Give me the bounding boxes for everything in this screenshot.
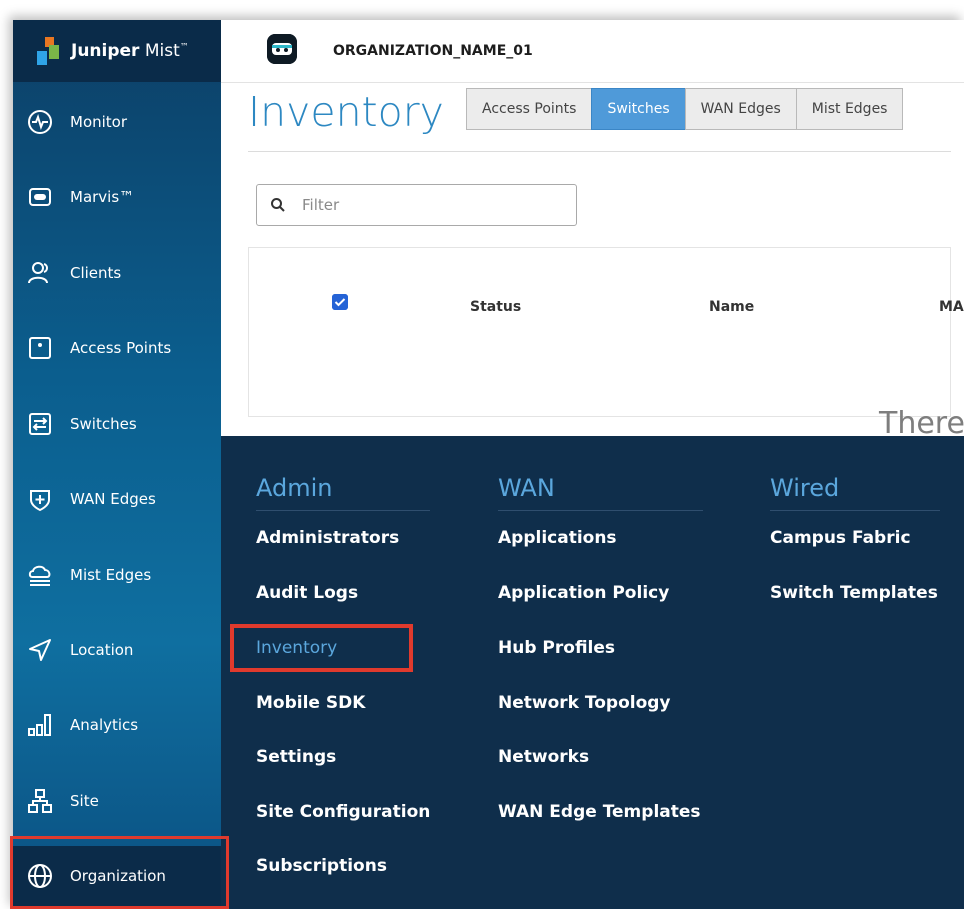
menu-divider xyxy=(256,510,430,511)
menu-item-network-topology[interactable]: Network Topology xyxy=(498,693,671,713)
menu-item-networks[interactable]: Networks xyxy=(498,747,589,767)
mist-edge-icon xyxy=(28,565,51,586)
sidebar-item-label: Switches xyxy=(70,415,137,433)
menu-divider xyxy=(770,510,940,511)
analytics-icon xyxy=(28,714,51,736)
menu-heading-admin: Admin xyxy=(256,474,333,502)
inventory-highlight xyxy=(230,624,413,672)
inventory-tabs: Access Points Switches WAN Edges Mist Ed… xyxy=(466,88,904,130)
sidebar-item-label: Location xyxy=(70,641,134,659)
filter-placeholder: Filter xyxy=(302,196,340,214)
menu-item-site-configuration[interactable]: Site Configuration xyxy=(256,802,430,822)
column-header-status[interactable]: Status xyxy=(470,299,521,315)
top-header: ORGANIZATION_NAME_01 xyxy=(221,20,964,83)
sidebar-item-label: Marvis™ xyxy=(70,188,135,206)
menu-item-subscriptions[interactable]: Subscriptions xyxy=(256,856,387,876)
menu-item-switch-templates[interactable]: Switch Templates xyxy=(770,583,938,603)
menu-item-audit-logs[interactable]: Audit Logs xyxy=(256,583,358,603)
sidebar-item-label: Clients xyxy=(70,264,122,282)
organization-menu xyxy=(221,436,964,909)
switch-icon xyxy=(29,413,51,435)
menu-item-settings[interactable]: Settings xyxy=(256,747,336,767)
menu-heading-wan: WAN xyxy=(498,474,555,502)
monitor-icon xyxy=(28,110,52,134)
sidebar-item-location[interactable]: Location xyxy=(13,620,221,680)
select-all-checkbox[interactable] xyxy=(332,294,348,310)
tab-mist-edges[interactable]: Mist Edges xyxy=(795,88,904,130)
sidebar-item-access-points[interactable]: Access Points xyxy=(13,318,221,378)
sidebar-item-switches[interactable]: Switches xyxy=(13,394,221,454)
org-avatar-icon[interactable] xyxy=(267,34,297,64)
menu-item-wan-edge-templates[interactable]: WAN Edge Templates xyxy=(498,802,701,822)
sidebar: Juniper Mist™ Monitor Marvis™ Clients Ac… xyxy=(13,20,221,909)
menu-item-applications[interactable]: Applications xyxy=(498,528,617,548)
sidebar-item-label: Mist Edges xyxy=(70,566,152,584)
inventory-table xyxy=(248,247,951,417)
menu-item-campus-fabric[interactable]: Campus Fabric xyxy=(770,528,911,548)
location-icon xyxy=(29,639,51,661)
sidebar-item-label: Analytics xyxy=(70,716,139,734)
sidebar-item-label: WAN Edges xyxy=(70,490,156,508)
tab-switches[interactable]: Switches xyxy=(591,88,686,130)
menu-divider xyxy=(498,510,703,511)
menu-item-administrators[interactable]: Administrators xyxy=(256,528,399,548)
wan-edge-icon xyxy=(30,490,50,512)
sidebar-item-clients[interactable]: Clients xyxy=(13,243,221,303)
menu-item-hub-profiles[interactable]: Hub Profiles xyxy=(498,638,615,658)
juniper-logo-icon xyxy=(37,37,59,65)
menu-heading-wired: Wired xyxy=(770,474,840,502)
menu-item-mobile-sdk[interactable]: Mobile SDK xyxy=(256,693,365,713)
search-icon xyxy=(271,198,285,212)
marvis-icon xyxy=(29,188,51,206)
sidebar-item-monitor[interactable]: Monitor xyxy=(13,92,221,152)
title-divider xyxy=(248,151,951,152)
sidebar-item-marvis[interactable]: Marvis™ xyxy=(13,167,221,227)
access-point-icon xyxy=(29,337,51,359)
page-title: Inventory xyxy=(248,88,444,136)
sidebar-item-label: Monitor xyxy=(70,113,128,131)
tab-access-points[interactable]: Access Points xyxy=(466,88,593,130)
organization-highlight xyxy=(10,836,229,909)
brand-name: Juniper Mist™ xyxy=(71,41,189,61)
site-icon xyxy=(28,789,52,813)
tab-wan-edges[interactable]: WAN Edges xyxy=(684,88,797,130)
sidebar-item-mist-edges[interactable]: Mist Edges xyxy=(13,545,221,605)
sidebar-item-label: Site xyxy=(70,792,99,810)
brand-bar[interactable]: Juniper Mist™ xyxy=(13,20,221,82)
menu-item-application-policy[interactable]: Application Policy xyxy=(498,583,669,603)
column-header-name[interactable]: Name xyxy=(709,299,754,315)
column-header-mac[interactable]: MA xyxy=(939,299,964,315)
clients-icon xyxy=(28,262,48,284)
org-name[interactable]: ORGANIZATION_NAME_01 xyxy=(333,43,533,59)
sidebar-item-wan-edges[interactable]: WAN Edges xyxy=(13,469,221,529)
sidebar-item-label: Access Points xyxy=(70,339,172,357)
sidebar-item-site[interactable]: Site xyxy=(13,771,221,831)
sidebar-item-analytics[interactable]: Analytics xyxy=(13,695,221,755)
filter-input[interactable]: Filter xyxy=(256,184,577,226)
